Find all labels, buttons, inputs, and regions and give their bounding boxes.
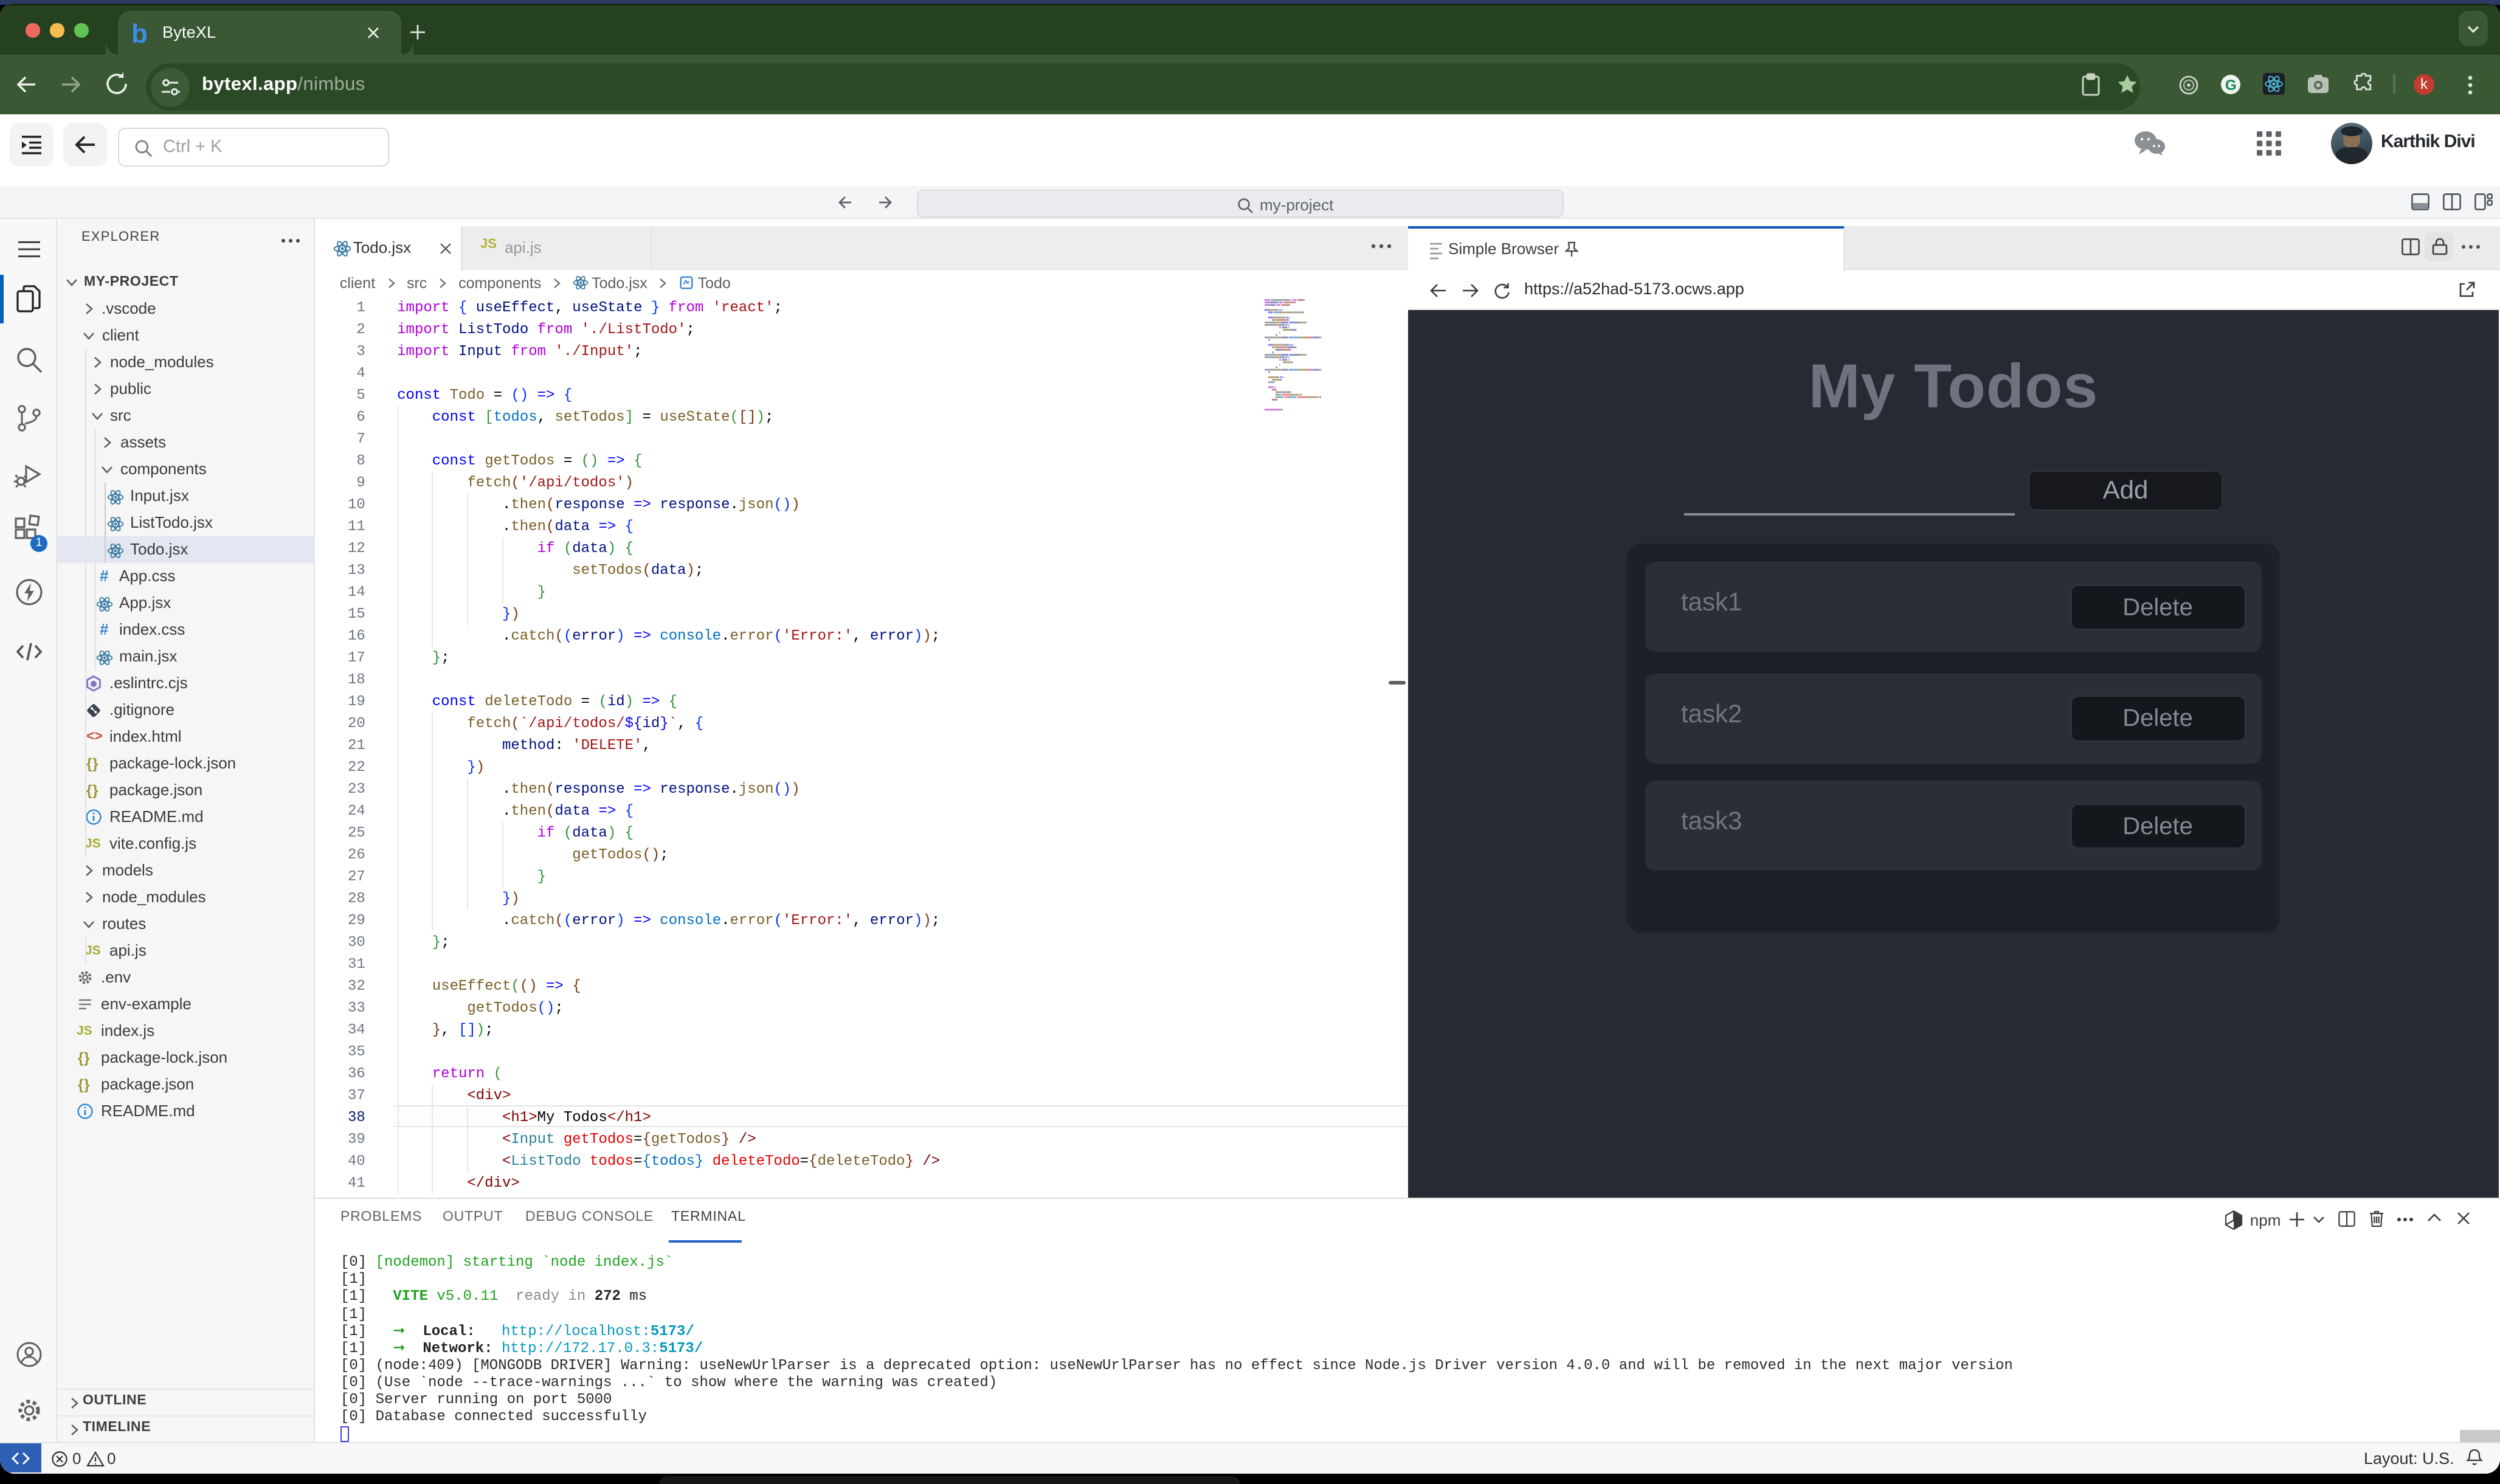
svg-text:b: b — [131, 19, 147, 47]
svg-text:G: G — [2225, 77, 2237, 94]
